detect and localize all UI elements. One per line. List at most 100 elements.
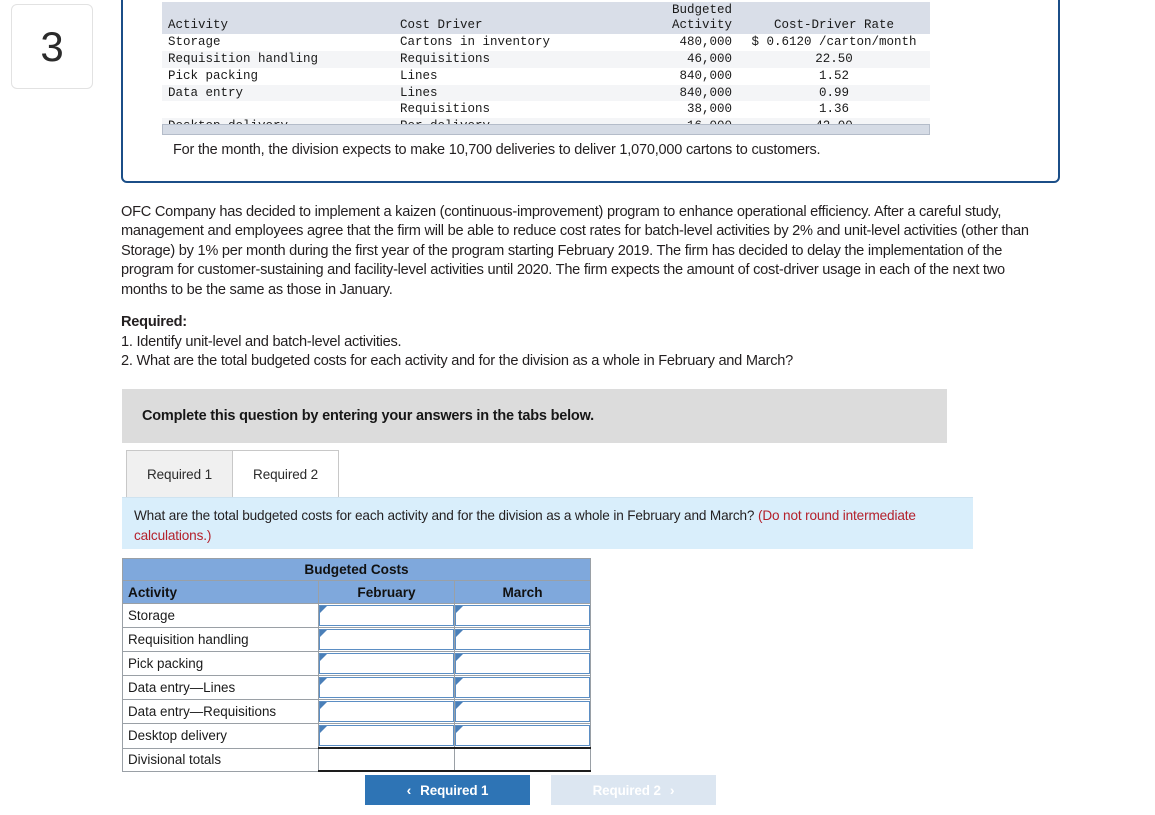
tab-required-1[interactable]: Required 1 xyxy=(126,450,234,497)
cost-driver-table-body: Storage Cartons in inventory 480,000 $ 0… xyxy=(162,34,930,135)
cell-requisition-handling-february[interactable] xyxy=(318,627,455,652)
answer-group-header: Budgeted Costs xyxy=(122,558,591,581)
budgeted-costs-answer-table: Budgeted Costs Activity February March S… xyxy=(122,558,591,772)
answer-header-february: February xyxy=(318,580,455,604)
tab-required-2-label: Required 2 xyxy=(253,466,319,482)
table-row: Storage Cartons in inventory 480,000 $ 0… xyxy=(162,34,930,52)
table-row: Data entry Lines 840,000 0.99 xyxy=(162,84,930,102)
cell-budgeted: 840,000 xyxy=(614,84,738,102)
row-label-data-entry-requisitions: Data entry—Requisitions xyxy=(122,699,319,724)
exhibit-panel: Activity Cost Driver Budgeted Activity C… xyxy=(121,0,1060,183)
input-pick-packing-march[interactable] xyxy=(455,653,590,674)
row-label-desktop-delivery: Desktop delivery xyxy=(122,723,319,749)
chevron-left-icon: ‹ xyxy=(406,782,412,798)
table-row: Requisition handling xyxy=(122,627,591,652)
cell-driver: Cartons in inventory xyxy=(394,34,614,52)
input-storage-february[interactable] xyxy=(319,605,454,626)
header-cost-driver: Cost Driver xyxy=(394,2,614,35)
row-label-data-entry-lines: Data entry—Lines xyxy=(122,675,319,700)
answer-header-activity: Activity xyxy=(122,580,319,604)
complete-question-text: Complete this question by entering your … xyxy=(142,408,594,424)
required-heading: Required: xyxy=(121,314,187,330)
required-block: Required: 1. Identify unit-level and bat… xyxy=(121,313,1042,372)
cell-budgeted: 38,000 xyxy=(614,101,738,118)
row-label-storage: Storage xyxy=(122,603,319,628)
table-row: Pick packing xyxy=(122,651,591,676)
question-number: 3 xyxy=(40,22,64,70)
cell-desktop-delivery-march[interactable] xyxy=(454,723,591,749)
input-requisition-handling-march[interactable] xyxy=(455,629,590,650)
scenario-paragraph: OFC Company has decided to implement a k… xyxy=(121,204,1029,298)
cell-data-entry-requisitions-march[interactable] xyxy=(454,699,591,724)
input-data-entry-requisitions-march[interactable] xyxy=(455,701,590,722)
table-header-row: Activity Cost Driver Budgeted Activity C… xyxy=(162,2,930,35)
cost-driver-table: Activity Cost Driver Budgeted Activity C… xyxy=(162,2,930,135)
table-row: Data entry—Requisitions xyxy=(122,699,591,724)
tab-required-1-label: Required 1 xyxy=(147,466,213,482)
cell-storage-february[interactable] xyxy=(318,603,455,628)
cell-data-entry-lines-february[interactable] xyxy=(318,675,455,700)
prev-required-1-label: Required 1 xyxy=(420,782,489,798)
answer-group-header-row: Budgeted Costs xyxy=(122,558,591,581)
cell-driver: Requisitions xyxy=(394,51,614,68)
input-data-entry-lines-february[interactable] xyxy=(319,677,454,698)
cell-activity: Data entry xyxy=(162,84,394,102)
exhibit-content: Activity Cost Driver Budgeted Activity C… xyxy=(123,0,1058,181)
cell-pick-packing-march[interactable] xyxy=(454,651,591,676)
cell-pick-packing-february[interactable] xyxy=(318,651,455,676)
cell-requisition-handling-march[interactable] xyxy=(454,627,591,652)
input-pick-packing-february[interactable] xyxy=(319,653,454,674)
cell-rate: $ 0.6120 /carton/month xyxy=(738,34,930,52)
table-row: Data entry—Lines xyxy=(122,675,591,700)
required-item-2: 2. What are the total budgeted costs for… xyxy=(121,353,794,369)
cell-divisional-totals-february xyxy=(318,747,455,772)
table-row: Pick packing Lines 840,000 1.52 xyxy=(162,67,930,85)
prev-required-1-button[interactable]: ‹ Required 1 xyxy=(365,775,530,805)
input-storage-march[interactable] xyxy=(455,605,590,626)
cell-desktop-delivery-february[interactable] xyxy=(318,723,455,749)
answer-column-header-row: Activity February March xyxy=(122,580,591,604)
table-row: Requisitions 38,000 1.36 xyxy=(162,101,930,118)
input-desktop-delivery-march[interactable] xyxy=(455,725,590,746)
header-budgeted-activity: Budgeted Activity xyxy=(614,2,738,35)
cell-budgeted: 840,000 xyxy=(614,67,738,85)
cell-driver: Requisitions xyxy=(394,101,614,118)
required-item-1: 1. Identify unit-level and batch-level a… xyxy=(121,333,402,350)
cell-activity xyxy=(162,101,394,118)
header-activity: Activity xyxy=(162,2,394,35)
input-desktop-delivery-february[interactable] xyxy=(319,725,454,746)
complete-question-banner: Complete this question by entering your … xyxy=(122,389,947,443)
horizontal-scrollbar[interactable] xyxy=(162,124,930,135)
cell-data-entry-lines-march[interactable] xyxy=(454,675,591,700)
table-row: Storage xyxy=(122,603,591,628)
table-row: Requisition handling Requisitions 46,000… xyxy=(162,51,930,68)
chevron-right-icon: › xyxy=(669,782,675,798)
cell-storage-march[interactable] xyxy=(454,603,591,628)
cost-driver-table-head: Activity Cost Driver Budgeted Activity C… xyxy=(162,2,930,35)
row-label-requisition-handling: Requisition handling xyxy=(122,627,319,652)
cell-rate: 1.36 xyxy=(738,101,930,118)
cell-data-entry-requisitions-february[interactable] xyxy=(318,699,455,724)
cell-budgeted: 46,000 xyxy=(614,51,738,68)
cell-driver: Lines xyxy=(394,84,614,102)
question-number-badge: 3 xyxy=(11,4,93,89)
cell-activity: Requisition handling xyxy=(162,51,394,68)
next-required-2-label: Required 2 xyxy=(592,782,661,798)
input-data-entry-lines-march[interactable] xyxy=(455,677,590,698)
header-cost-driver-rate: Cost-Driver Rate xyxy=(738,2,930,35)
tab-required-2[interactable]: Required 2 xyxy=(232,450,340,497)
table-row: Desktop delivery xyxy=(122,723,591,749)
page-root: 3 Activity Cost Driver Budgeted Activity… xyxy=(0,0,1155,815)
cell-budgeted: 480,000 xyxy=(614,34,738,52)
input-requisition-handling-february[interactable] xyxy=(319,629,454,650)
input-data-entry-requisitions-february[interactable] xyxy=(319,701,454,722)
navigation-buttons: ‹ Required 1 Required 2 › xyxy=(365,775,716,805)
row-label-pick-packing: Pick packing xyxy=(122,651,319,676)
question-prompt-text: What are the total budgeted costs for ea… xyxy=(134,508,758,523)
next-required-2-button[interactable]: Required 2 › xyxy=(551,775,716,805)
table-row-totals: Divisional totals xyxy=(122,747,591,772)
answer-table-body: Storage Requisition handling Pick packin… xyxy=(122,603,591,772)
cell-driver: Lines xyxy=(394,67,614,85)
cell-divisional-totals-march xyxy=(454,747,591,772)
cell-rate: 22.50 xyxy=(738,51,930,68)
